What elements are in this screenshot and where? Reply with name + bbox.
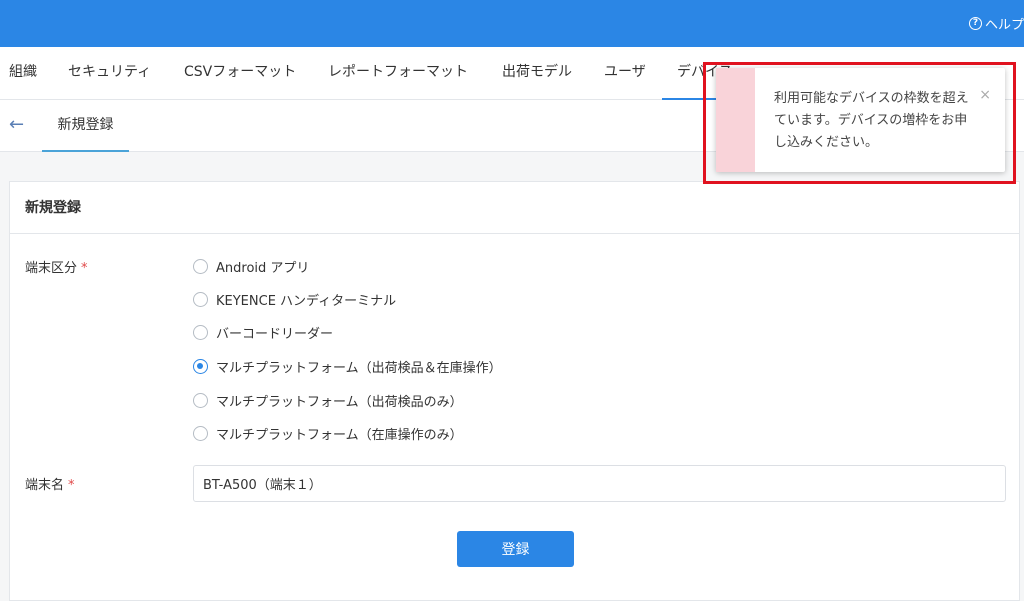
radio-button[interactable] (193, 426, 208, 441)
radio-button-selected[interactable] (193, 359, 208, 374)
radio-button[interactable] (193, 292, 208, 307)
subtab-new-registration[interactable]: 新規登録 (42, 100, 129, 152)
radio-button[interactable] (193, 259, 208, 274)
radio-button[interactable] (193, 393, 208, 408)
terminal-type-label: 端末区分 * (25, 261, 88, 276)
highlight-box (703, 62, 1016, 184)
terminal-name-input[interactable] (193, 465, 1006, 502)
required-mark: * (68, 478, 75, 493)
radio-label: マルチプラットフォーム（出荷検品のみ） (216, 395, 463, 410)
radio-option-multiplatform-shipping-only[interactable]: マルチプラットフォーム（出荷検品のみ） (193, 391, 463, 410)
radio-label: マルチプラットフォーム（出荷検品＆在庫操作） (216, 361, 502, 376)
help-link[interactable]: ? ヘルプ (968, 14, 1024, 33)
radio-label: バーコードリーダー (216, 327, 334, 342)
tab-organization[interactable]: 組織 (9, 47, 37, 100)
top-bar: ? ヘルプ (0, 0, 1024, 47)
register-button[interactable]: 登録 (457, 531, 574, 567)
radio-label: Android アプリ (216, 261, 310, 276)
help-label: ヘルプ (984, 18, 1024, 33)
radio-label: マルチプラットフォーム（在庫操作のみ） (216, 428, 463, 443)
terminal-name-label: 端末名 * (25, 478, 75, 493)
radio-option-barcode-reader[interactable]: バーコードリーダー (193, 323, 333, 342)
arrow-left-icon[interactable]: ← (9, 114, 24, 135)
required-mark: * (81, 261, 88, 276)
form-title: 新規登録 (10, 182, 1019, 234)
radio-option-multiplatform-inventory-only[interactable]: マルチプラットフォーム（在庫操作のみ） (193, 424, 463, 443)
registration-form-card: 新規登録 端末区分 * Android アプリ KEYENCE ハンディターミナル… (9, 181, 1020, 601)
tab-shipping-model[interactable]: 出荷モデル (502, 47, 572, 100)
tab-report-format[interactable]: レポートフォーマット (328, 47, 468, 100)
tab-security[interactable]: セキュリティ (68, 47, 151, 100)
radio-option-android-app[interactable]: Android アプリ (193, 257, 309, 276)
tab-users[interactable]: ユーザ (604, 47, 646, 100)
radio-button[interactable] (193, 325, 208, 340)
tab-csv-format[interactable]: CSVフォーマット (184, 47, 296, 100)
radio-label: KEYENCE ハンディターミナル (216, 294, 397, 309)
question-circle-icon: ? (968, 17, 982, 30)
radio-option-multiplatform-shipping-and-inventory[interactable]: マルチプラットフォーム（出荷検品＆在庫操作） (193, 357, 502, 376)
radio-option-keyence-handy-terminal[interactable]: KEYENCE ハンディターミナル (193, 290, 396, 309)
